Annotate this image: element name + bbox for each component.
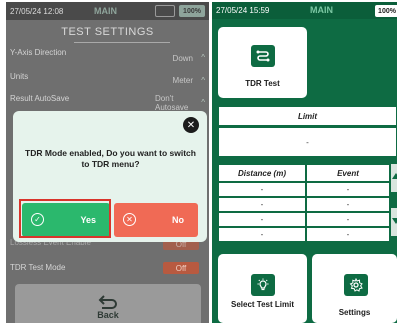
back-label: Back xyxy=(97,310,119,320)
table-cell: - xyxy=(218,182,306,197)
tdr-test-icon xyxy=(251,45,275,67)
page-title: TEST SETTINGS xyxy=(61,26,154,38)
setting-value: Don't Autosave xyxy=(155,94,189,112)
table-row[interactable]: - - xyxy=(218,182,390,197)
table-cell: - xyxy=(218,227,306,242)
table-row[interactable]: - - xyxy=(218,212,390,227)
scroll-down-arrow-icon[interactable] xyxy=(391,208,397,236)
setting-label: Units xyxy=(10,72,29,81)
battery-indicator: 100% xyxy=(179,5,205,17)
table-cell: - xyxy=(306,182,390,197)
usb-icon xyxy=(155,5,175,17)
tdr-test-label: TDR Test xyxy=(245,79,280,88)
tdr-test-mode-toggle[interactable]: Off xyxy=(163,262,199,274)
scroll-up-arrow-icon[interactable] xyxy=(391,164,397,192)
settings-label: Settings xyxy=(338,308,371,317)
column-header-event: Event xyxy=(306,164,390,182)
setting-units[interactable]: Units Meter ^ xyxy=(6,72,209,88)
table-cell: - xyxy=(306,197,390,212)
status-datetime: 27/05/24 15:59 xyxy=(216,6,270,15)
battery-indicator: 100% xyxy=(375,5,397,17)
setting-y-axis-direction[interactable]: Y-Axis Direction Down ^ xyxy=(6,48,209,64)
lightbulb-icon xyxy=(251,274,275,296)
table-cell: - xyxy=(306,212,390,227)
chevron-up-icon: ^ xyxy=(201,53,205,62)
setting-tdr-test-mode[interactable]: TDR Test Mode Off xyxy=(6,261,209,275)
column-header-distance: Distance (m) xyxy=(218,164,306,182)
dialog-message: TDR Mode enabled, Do you want to switch … xyxy=(25,148,196,169)
settings-tile[interactable]: Settings xyxy=(312,254,397,323)
status-title: MAIN xyxy=(94,6,117,16)
back-button[interactable]: Back xyxy=(15,284,201,323)
status-bar: 27/05/24 12:08 MAIN 100% xyxy=(6,2,209,20)
no-button[interactable]: ✕ No xyxy=(114,203,198,237)
setting-label: TDR Test Mode xyxy=(10,263,66,272)
select-test-limit-label: Select Test Limit xyxy=(231,300,294,309)
setting-value: Down xyxy=(172,54,193,63)
table-cell: - xyxy=(218,212,306,227)
results-table: Distance (m) Event - - - - - - - - xyxy=(218,164,390,242)
table-cell: - xyxy=(218,197,306,212)
select-test-limit-tile[interactable]: Select Test Limit xyxy=(218,254,307,323)
back-arrow-icon xyxy=(98,295,117,309)
limit-header: Limit xyxy=(218,106,397,126)
yes-button-highlight xyxy=(19,199,111,238)
setting-value: Meter xyxy=(172,76,193,85)
status-title: MAIN xyxy=(310,5,333,15)
table-row[interactable]: - - xyxy=(218,197,390,212)
x-circle-icon: ✕ xyxy=(123,213,136,226)
gear-icon xyxy=(344,274,368,296)
status-bar: 27/05/24 15:59 MAIN 100% xyxy=(212,2,397,19)
no-label: No xyxy=(172,215,184,225)
tdr-test-tile[interactable]: TDR Test xyxy=(218,27,307,98)
close-icon[interactable]: ✕ xyxy=(183,117,199,133)
chevron-up-icon: ^ xyxy=(201,98,205,107)
table-cell: - xyxy=(306,227,390,242)
limit-value: - xyxy=(218,127,397,157)
setting-label: Y-Axis Direction xyxy=(10,48,67,57)
table-row[interactable]: - - xyxy=(218,227,390,242)
status-datetime: 27/05/24 12:08 xyxy=(10,6,64,16)
chevron-up-icon: ^ xyxy=(201,76,205,85)
title-underline xyxy=(74,42,170,43)
table-header-row: Distance (m) Event xyxy=(218,164,390,182)
setting-label: Result AutoSave xyxy=(10,94,70,103)
right-screen: 27/05/24 15:59 MAIN 100% TDR Test Limit … xyxy=(212,2,397,323)
